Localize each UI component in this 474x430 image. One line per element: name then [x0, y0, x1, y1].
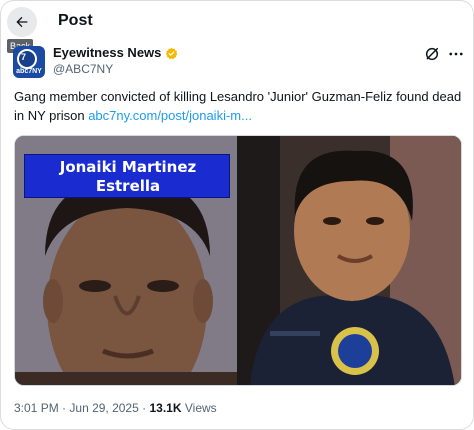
grok-icon[interactable] — [424, 46, 440, 62]
avatar-logo-ring — [17, 49, 37, 69]
meta-separator: · — [62, 401, 67, 415]
back-button[interactable] — [7, 7, 37, 37]
post-time[interactable]: 3:01 PM — [14, 401, 59, 415]
post-header: Back Post — [1, 1, 473, 53]
tweet-link[interactable]: abc7ny.com/post/jonaiki-m... — [88, 108, 252, 123]
media-grid[interactable]: Jonaiki Martinez Estrella — [14, 135, 462, 386]
tweet-text: Gang member convicted of killing Lesandr… — [14, 87, 466, 125]
meta-separator-2: · — [142, 401, 147, 415]
verified-badge-icon — [166, 47, 178, 59]
more-options-icon[interactable] — [447, 45, 465, 63]
mugshot-photo[interactable]: Jonaiki Martinez Estrella — [15, 136, 237, 385]
arrow-left-icon — [16, 16, 28, 28]
account-name: Eyewitness News — [53, 45, 162, 60]
caption-line-1: Jonaiki Martinez — [59, 158, 197, 176]
caption-line-2: Estrella — [95, 177, 161, 195]
avatar[interactable]: 7 abc7NY — [13, 46, 45, 78]
views-count: 13.1K — [149, 401, 182, 415]
post-frame: Back Post 7 abc7NY Eyewitness News @ABC7… — [0, 0, 474, 430]
post-date[interactable]: Jun 29, 2025 — [69, 401, 138, 415]
page-title: Post — [58, 12, 93, 29]
name-caption-banner: Jonaiki Martinez Estrella — [24, 154, 230, 198]
post-meta: 3:01 PM · Jun 29, 2025 · 13.1K Views — [14, 401, 217, 415]
avatar-logo-text: 7 — [21, 52, 27, 62]
avatar-logo-subtext: abc7NY — [16, 68, 42, 75]
account-name-link[interactable]: Eyewitness News — [53, 45, 178, 61]
account-handle[interactable]: @ABC7NY — [53, 62, 113, 76]
portrait-illustration — [240, 136, 461, 385]
views-label: Views — [184, 401, 217, 415]
portrait-photo[interactable] — [240, 136, 461, 385]
